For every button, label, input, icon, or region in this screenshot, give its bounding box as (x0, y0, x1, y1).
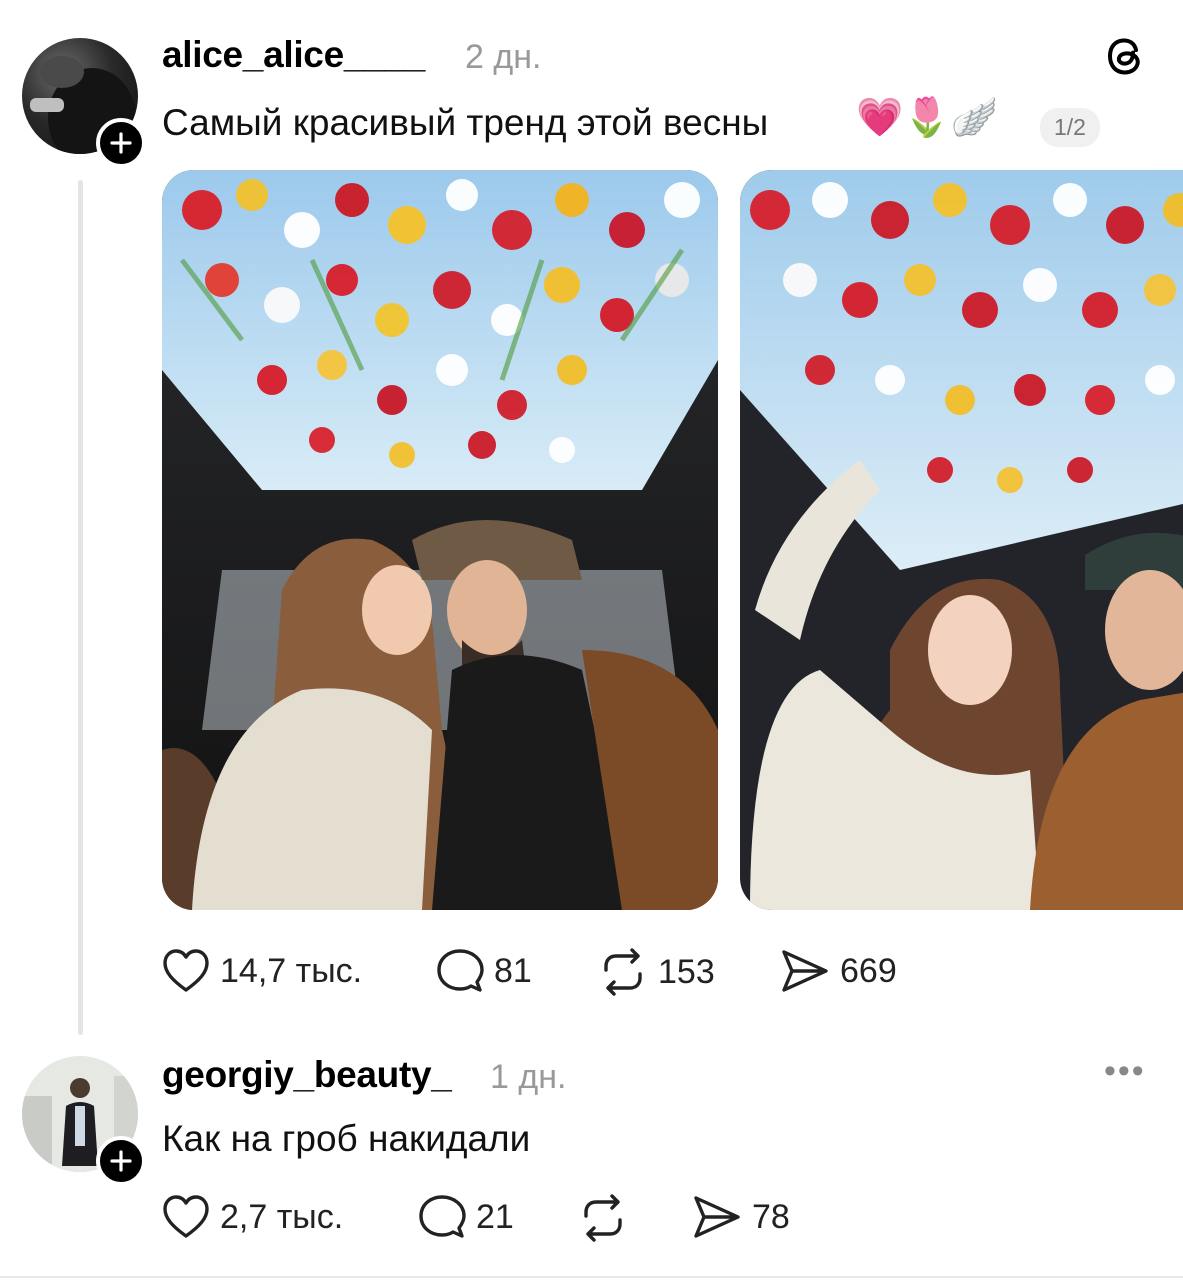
post-time: 2 дн. (465, 38, 542, 76)
repost-button[interactable]: 153 (598, 948, 715, 996)
reply-button[interactable]: 81 (436, 948, 532, 994)
reply-comment-count: 21 (476, 1197, 514, 1236)
repost-icon (584, 1194, 622, 1242)
post-photo-2[interactable] (740, 170, 1183, 910)
send-icon (694, 1196, 740, 1238)
heart-icon (163, 1195, 209, 1238)
more-dots-icon[interactable]: ••• (1104, 1052, 1146, 1091)
reply-time: 1 дн. (490, 1058, 567, 1096)
comment-icon (437, 949, 484, 992)
share-button[interactable]: 669 (780, 948, 897, 994)
follow-plus-icon-reply[interactable] (96, 1136, 146, 1186)
repost-icon (604, 948, 642, 996)
heart-icon (163, 949, 209, 992)
reply-share-count: 78 (752, 1197, 790, 1236)
threads-logo-icon[interactable] (1104, 32, 1148, 85)
like-count: 14,7 тыс. (220, 951, 363, 990)
post-photo-1[interactable] (162, 170, 718, 910)
post-text: Самый красивый тренд этой весны (162, 102, 769, 143)
reply-username[interactable]: georgiy_beauty_ (162, 1054, 452, 1096)
reply-text: Как на гроб накидали (162, 1118, 531, 1159)
post-emojis: 💗🌷🪽 (856, 97, 998, 139)
image-counter: 1/2 (1040, 108, 1100, 147)
post-username[interactable]: alice_alice____ (162, 34, 425, 76)
reply-like-button[interactable]: 2,7 тыс. (162, 1194, 343, 1240)
reply-like-count: 2,7 тыс. (220, 1197, 344, 1236)
follow-plus-icon[interactable] (96, 118, 146, 168)
reply-comment-button[interactable]: 21 (418, 1194, 514, 1240)
comment-icon (419, 1195, 466, 1238)
reply-repost-button[interactable] (578, 1194, 628, 1242)
divider (0, 1276, 1183, 1278)
thread-line (78, 180, 83, 1035)
like-button[interactable]: 14,7 тыс. (162, 948, 362, 994)
reply-share-button[interactable]: 78 (692, 1194, 790, 1240)
repost-count: 153 (658, 952, 715, 991)
send-icon (782, 950, 828, 992)
reply-count: 81 (494, 951, 532, 990)
share-count: 669 (840, 951, 897, 990)
